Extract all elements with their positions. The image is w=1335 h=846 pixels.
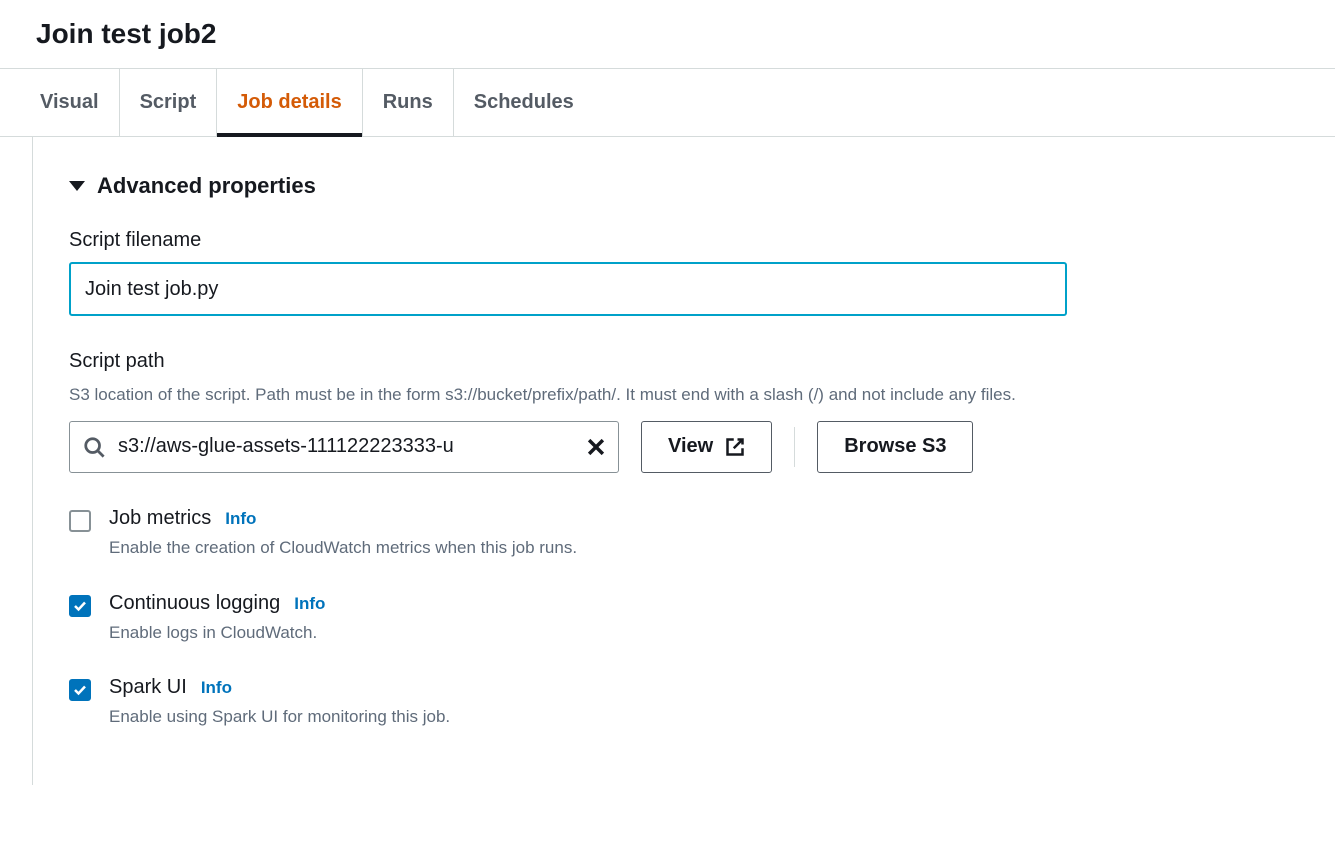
divider: [794, 427, 795, 467]
check-icon: [72, 598, 88, 614]
script-path-label: Script path: [69, 350, 1307, 373]
spark-ui-label: Spark UI: [109, 676, 187, 699]
external-link-icon: [725, 437, 745, 457]
job-metrics-label: Job metrics: [109, 507, 211, 530]
tab-job-details[interactable]: Job details: [217, 69, 362, 136]
page-title: Join test job2: [36, 18, 1299, 50]
script-path-field: Script path S3 location of the script. P…: [69, 350, 1307, 473]
continuous-logging-label: Continuous logging: [109, 592, 280, 615]
search-icon: [83, 436, 105, 458]
tab-schedules[interactable]: Schedules: [454, 69, 594, 136]
job-metrics-desc: Enable the creation of CloudWatch metric…: [109, 536, 577, 560]
spark-ui-checkbox[interactable]: [69, 679, 91, 701]
tabs-bar: Visual Script Job details Runs Schedules: [0, 68, 1335, 137]
tab-runs[interactable]: Runs: [363, 69, 454, 136]
tab-script[interactable]: Script: [120, 69, 218, 136]
script-path-hint: S3 location of the script. Path must be …: [69, 383, 1307, 407]
continuous-logging-option: Continuous logging Info Enable logs in C…: [69, 592, 1307, 645]
caret-down-icon: [69, 181, 85, 191]
job-metrics-option: Job metrics Info Enable the creation of …: [69, 507, 1307, 560]
page-header: Join test job2: [0, 0, 1335, 68]
job-metrics-info-link[interactable]: Info: [225, 509, 256, 529]
close-icon[interactable]: [585, 436, 607, 458]
view-button-label: View: [668, 435, 713, 458]
continuous-logging-info-link[interactable]: Info: [294, 594, 325, 614]
script-filename-label: Script filename: [69, 229, 1307, 252]
continuous-logging-desc: Enable logs in CloudWatch.: [109, 621, 325, 645]
content: Advanced properties Script filename Scri…: [32, 137, 1335, 785]
section-title: Advanced properties: [97, 173, 316, 199]
script-path-search: [69, 421, 619, 473]
view-button[interactable]: View: [641, 421, 772, 473]
script-path-input[interactable]: [69, 421, 619, 473]
spark-ui-info-link[interactable]: Info: [201, 678, 232, 698]
browse-s3-button[interactable]: Browse S3: [817, 421, 973, 473]
job-metrics-checkbox[interactable]: [69, 510, 91, 532]
tab-visual[interactable]: Visual: [20, 69, 120, 136]
check-icon: [72, 682, 88, 698]
browse-s3-label: Browse S3: [844, 435, 946, 458]
script-filename-field: Script filename: [69, 229, 1307, 316]
spark-ui-desc: Enable using Spark UI for monitoring thi…: [109, 705, 450, 729]
spark-ui-option: Spark UI Info Enable using Spark UI for …: [69, 676, 1307, 729]
continuous-logging-checkbox[interactable]: [69, 595, 91, 617]
script-path-row: View Browse S3: [69, 421, 1307, 473]
advanced-properties-toggle[interactable]: Advanced properties: [69, 173, 1307, 199]
script-filename-input[interactable]: [69, 262, 1067, 316]
